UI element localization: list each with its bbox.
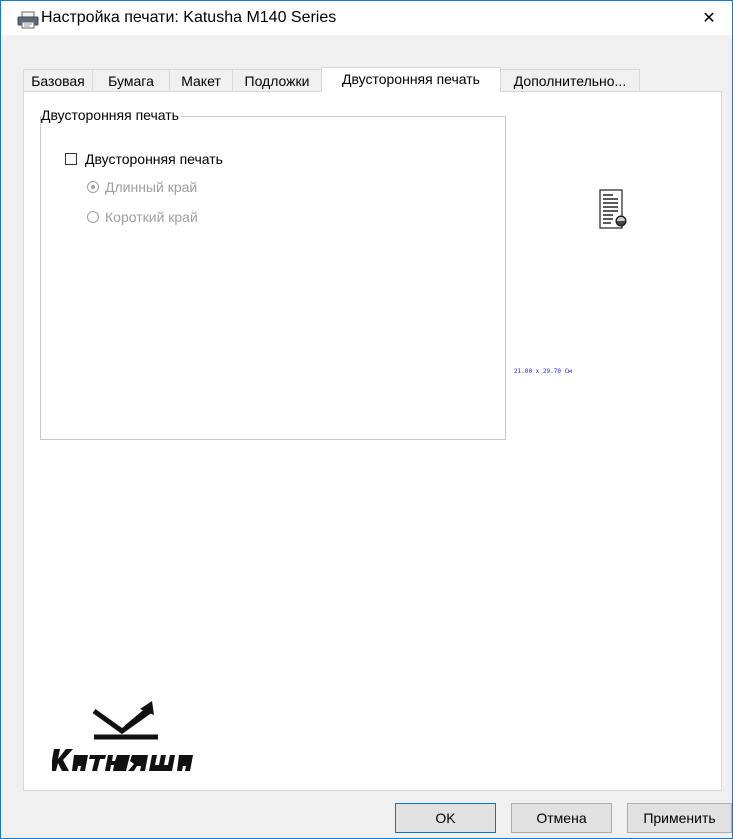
tab-strip: Базовая Бумага Макет Подложки Двусторонн… <box>23 67 732 92</box>
close-icon: ✕ <box>702 10 716 27</box>
duplex-checkbox[interactable] <box>65 153 77 165</box>
katusha-logo <box>50 697 232 777</box>
tab-layout[interactable]: Макет <box>169 69 233 91</box>
close-button[interactable]: ✕ <box>686 1 732 35</box>
duplex-groupbox: Двусторонняя печать Двусторонняя печать … <box>40 107 506 440</box>
tab-basic[interactable]: Базовая <box>23 69 93 91</box>
radio-long-edge-row[interactable]: Длинный край <box>87 179 197 195</box>
cancel-button[interactable]: Отмена <box>511 803 612 833</box>
ok-button[interactable]: OK <box>395 803 496 833</box>
print-settings-dialog: Настройка печати: Katusha M140 Series ✕ … <box>0 0 733 839</box>
tab-duplex[interactable]: Двусторонняя печать <box>321 67 501 92</box>
radio-short-edge-label: Короткий край <box>105 209 198 225</box>
tab-paper[interactable]: Бумага <box>92 69 170 91</box>
duplex-checkbox-row[interactable]: Двусторонняя печать <box>65 151 223 167</box>
duplex-tab-panel: Двусторонняя печать Двусторонняя печать … <box>23 91 722 791</box>
groupbox-legend: Двусторонняя печать <box>41 107 181 123</box>
document-page-icon <box>599 189 629 231</box>
tab-advanced[interactable]: Дополнительно... <box>500 69 640 91</box>
duplex-checkbox-label: Двусторонняя печать <box>85 151 223 167</box>
window-title: Настройка печати: Katusha M140 Series <box>41 9 337 26</box>
radio-long-edge[interactable] <box>87 181 99 193</box>
radio-long-edge-label: Длинный край <box>105 179 198 195</box>
printer-icon <box>17 11 39 29</box>
radio-short-edge[interactable] <box>87 211 99 223</box>
tab-watermarks[interactable]: Подложки <box>232 69 322 91</box>
apply-button[interactable]: Применить <box>627 803 732 833</box>
title-bar: Настройка печати: Katusha M140 Series ✕ <box>1 1 732 35</box>
paper-size-label: 21.00 x 29.70 См <box>514 368 572 375</box>
radio-short-edge-row[interactable]: Короткий край <box>87 209 198 225</box>
